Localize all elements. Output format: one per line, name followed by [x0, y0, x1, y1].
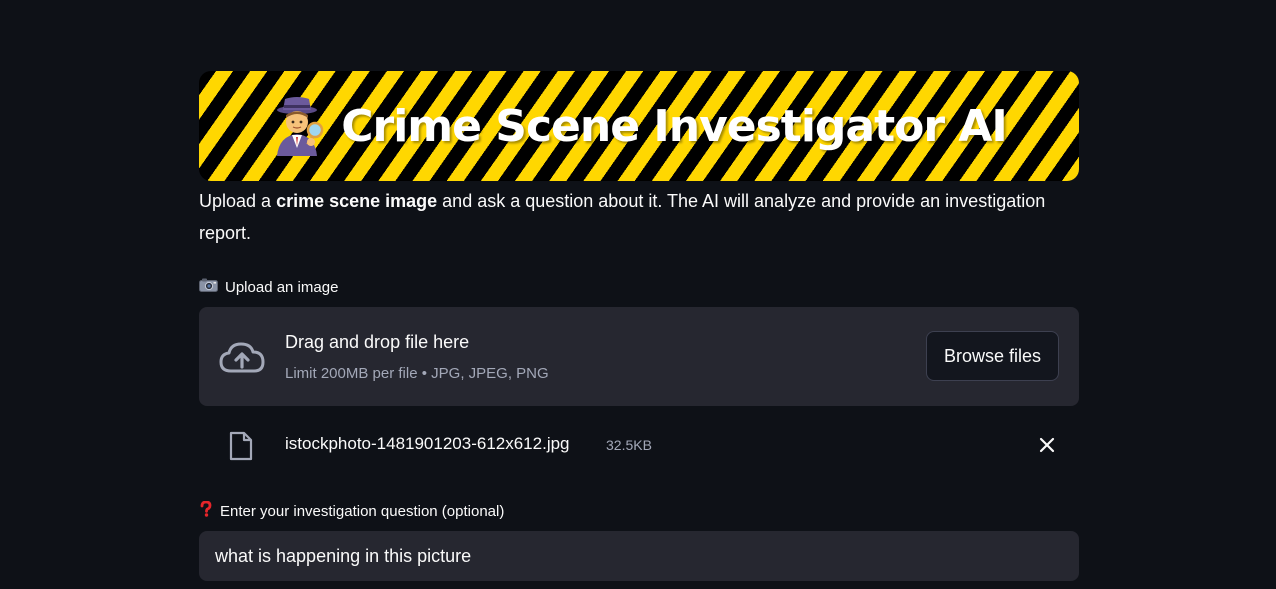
file-dropzone[interactable]: Drag and drop file here Limit 200MB per …	[199, 307, 1079, 406]
upload-label: Upload an image	[199, 275, 1079, 299]
intro-text-start: Upload a	[199, 191, 277, 211]
intro-text-bold: crime scene image	[276, 191, 438, 211]
browse-files-button[interactable]: Browse files	[926, 331, 1059, 381]
file-icon	[229, 431, 253, 466]
detective-icon	[271, 96, 327, 156]
dropzone-title: Drag and drop file here	[285, 332, 470, 352]
camera-icon	[199, 278, 218, 296]
banner-content: Crime Scene Investigator AI	[271, 96, 1008, 156]
uploaded-file-size: 32.5KB	[606, 437, 652, 453]
question-input[interactable]	[199, 531, 1079, 581]
title-banner: Crime Scene Investigator AI	[199, 71, 1079, 181]
uploaded-file-row: istockphoto-1481901203-612x612.jpg 32.5K…	[199, 406, 1079, 486]
main-container: Crime Scene Investigator AI Upload a cri…	[199, 71, 1079, 581]
question-label-text: Enter your investigation question (optio…	[220, 502, 505, 520]
uploaded-file-name: istockphoto-1481901203-612x612.jpg	[285, 434, 570, 453]
dropzone-limit: Limit 200MB per file • JPG, JPEG, PNG	[285, 365, 549, 382]
intro-text: Upload a crime scene image and ask a que…	[199, 185, 1079, 249]
upload-label-text: Upload an image	[225, 278, 339, 296]
question-label: Enter your investigation question (optio…	[199, 499, 1079, 523]
remove-file-icon[interactable]	[1038, 436, 1056, 454]
cloud-upload-icon	[219, 341, 265, 378]
page-title: Crime Scene Investigator AI	[341, 100, 1008, 152]
question-mark-icon	[199, 500, 213, 521]
